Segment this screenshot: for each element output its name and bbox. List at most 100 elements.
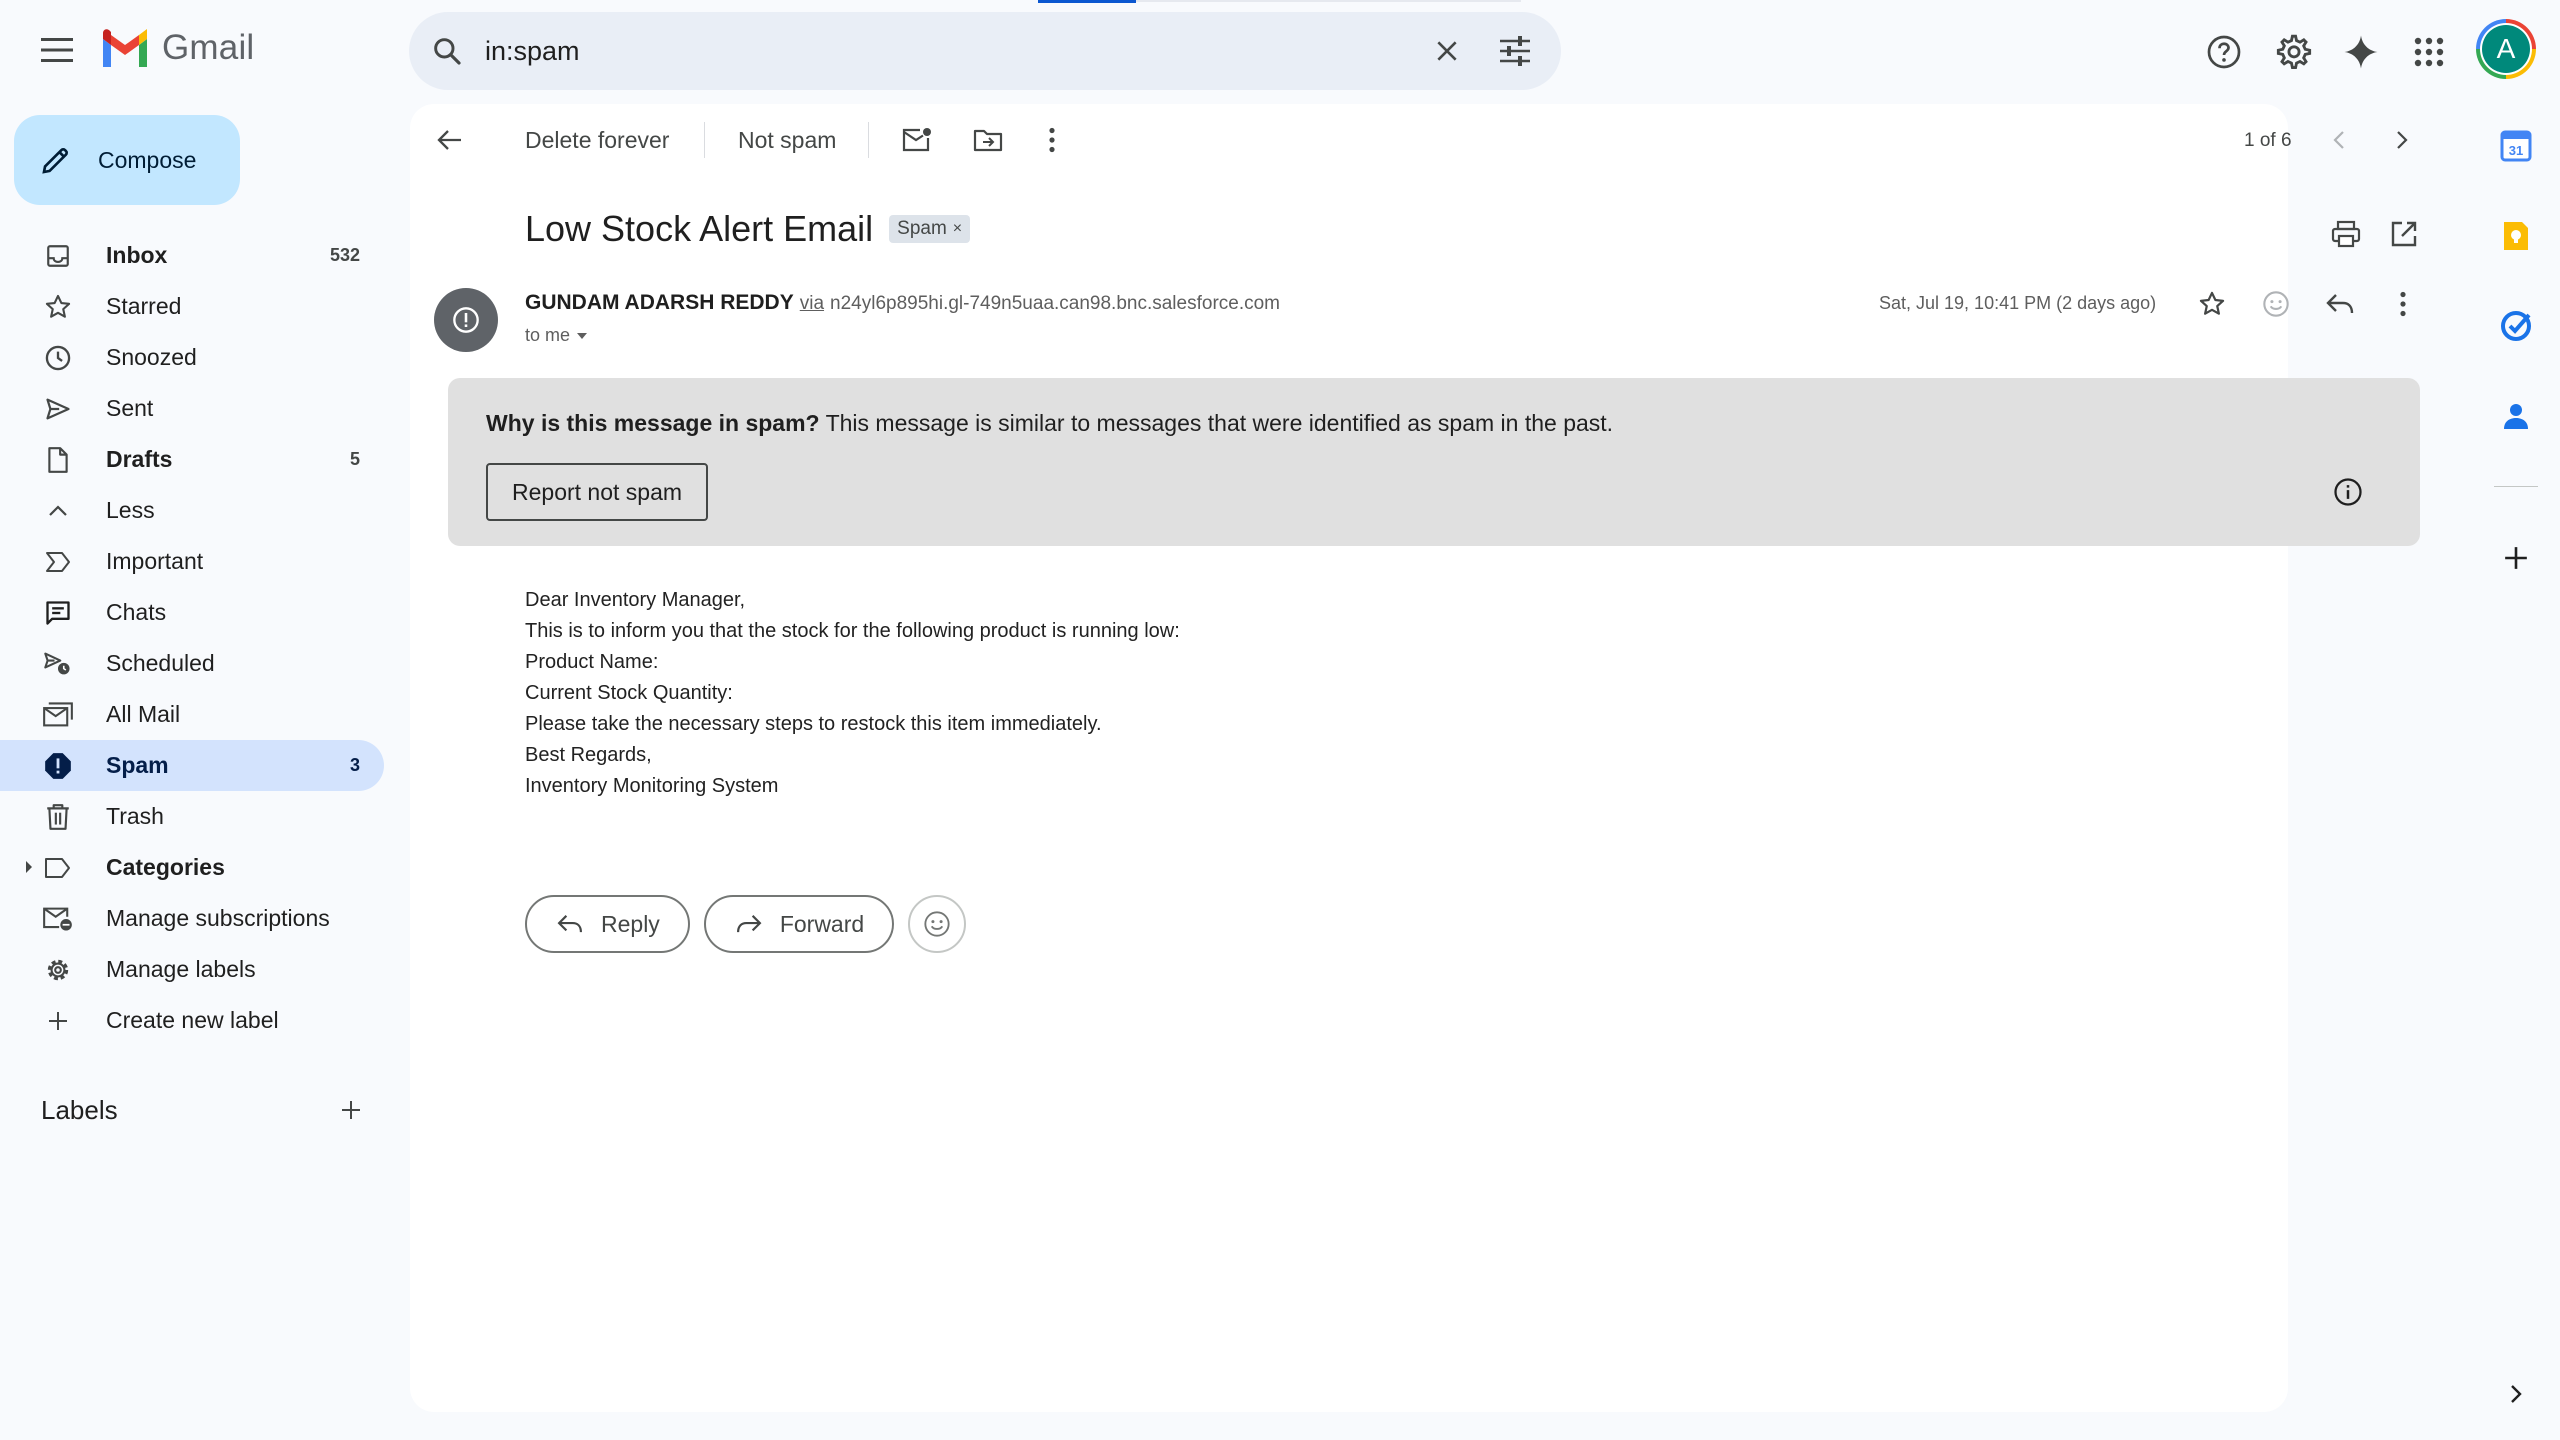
search-icon[interactable] xyxy=(409,12,485,90)
gmail-logo[interactable]: Gmail xyxy=(100,28,254,68)
app-name: Gmail xyxy=(162,28,255,67)
unread-count: 5 xyxy=(349,449,360,469)
sidebar-item-scheduled[interactable]: Scheduled xyxy=(0,638,384,689)
search-bar xyxy=(409,12,1561,90)
sidebar-item-all-mail[interactable]: All Mail xyxy=(0,689,384,740)
forward-label: Forward xyxy=(779,910,865,937)
unread-count: 532 xyxy=(329,245,360,265)
calendar-addon-button[interactable]: 31 xyxy=(2494,124,2538,168)
help-button[interactable] xyxy=(2200,28,2248,76)
more-vertical-icon xyxy=(2400,291,2406,317)
chevron-right-icon xyxy=(2511,1385,2522,1403)
gear-icon xyxy=(2276,34,2312,69)
clock-icon xyxy=(40,340,76,376)
spam-info-button[interactable] xyxy=(2328,472,2368,512)
back-to-list-button[interactable] xyxy=(428,118,472,162)
sidebar-item-label: Important xyxy=(106,548,204,574)
sender-line: GUNDAM ADARSH REDDY via n24yl6p895hi.gl-… xyxy=(525,291,1280,315)
recipients-toggle[interactable]: to me xyxy=(525,325,588,346)
expand-side-panel-button[interactable] xyxy=(2494,1372,2538,1416)
body-line: Inventory Monitoring System xyxy=(525,775,779,797)
contacts-addon-button[interactable] xyxy=(2494,394,2538,438)
main-menu-button[interactable] xyxy=(26,26,88,74)
clear-search-button[interactable] xyxy=(1415,19,1479,83)
sidebar-item-label: Create new label xyxy=(106,1007,279,1033)
reply-pill-button[interactable]: Reply xyxy=(525,895,690,953)
sidebar-item-inbox[interactable]: Inbox 532 xyxy=(0,230,384,281)
delete-forever-button[interactable]: Delete forever xyxy=(525,127,669,154)
forward-pill-button[interactable]: Forward xyxy=(703,895,895,953)
sender-name[interactable]: GUNDAM ADARSH REDDY xyxy=(525,291,794,315)
calendar-icon: 31 xyxy=(2500,130,2532,162)
search-input[interactable] xyxy=(485,35,1415,67)
report-not-spam-button[interactable]: Report not spam xyxy=(486,463,709,521)
sidebar-item-spam[interactable]: Spam 3 xyxy=(0,740,384,791)
apps-button[interactable] xyxy=(2405,28,2453,76)
sidebar-item-manage-labels[interactable]: Manage labels xyxy=(0,944,384,995)
open-new-window-button[interactable] xyxy=(2382,212,2426,256)
sidebar-item-label: Categories xyxy=(106,854,225,880)
help-icon xyxy=(2207,35,2241,69)
chip-label: Spam xyxy=(897,218,947,239)
subscriptions-icon xyxy=(40,901,76,937)
sidebar-item-label: Scheduled xyxy=(106,650,215,676)
sidebar-item-create-new-label[interactable]: Create new label xyxy=(0,995,384,1046)
sender-avatar[interactable] xyxy=(434,288,498,352)
reply-icon xyxy=(2326,294,2354,314)
get-addons-button[interactable] xyxy=(2494,536,2538,580)
recipient-text: to me xyxy=(525,325,571,345)
send-icon xyxy=(40,391,76,427)
trash-icon xyxy=(40,799,76,835)
unread-count: 3 xyxy=(349,755,360,775)
sidebar-item-manage-subscriptions[interactable]: Manage subscriptions xyxy=(0,893,384,944)
body-line: Best Regards, xyxy=(525,744,652,766)
spam-warning-explanation: This message is similar to messages that… xyxy=(825,410,1614,436)
info-icon xyxy=(2334,478,2362,506)
sidebar-item-starred[interactable]: Starred xyxy=(0,281,384,332)
gemini-button[interactable] xyxy=(2337,28,2385,76)
tune-icon xyxy=(1500,36,1530,66)
sidebar-item-snoozed[interactable]: Snoozed xyxy=(0,332,384,383)
reply-button[interactable] xyxy=(2318,282,2362,326)
plus-icon xyxy=(342,1101,360,1119)
mark-unread-button[interactable] xyxy=(895,118,939,162)
not-spam-button[interactable]: Not spam xyxy=(738,127,836,154)
print-all-button[interactable] xyxy=(2324,212,2368,256)
sidebar-item-categories[interactable]: Categories xyxy=(0,842,384,893)
sidebar-item-important[interactable]: Important xyxy=(0,536,384,587)
star-button[interactable] xyxy=(2190,282,2234,326)
remove-label-icon[interactable]: × xyxy=(953,220,962,238)
search-options-button[interactable] xyxy=(1479,19,1551,83)
warning-circle-icon xyxy=(453,307,479,333)
add-reaction-button[interactable] xyxy=(2254,282,2298,326)
older-button[interactable] xyxy=(2380,118,2424,162)
more-options-button[interactable] xyxy=(1030,118,1074,162)
message-more-button[interactable] xyxy=(2381,282,2425,326)
move-to-button[interactable] xyxy=(966,118,1010,162)
spam-label-chip: Spam × xyxy=(889,215,971,243)
keep-icon xyxy=(2504,222,2528,250)
side-panel-divider xyxy=(2494,486,2538,487)
sidebar-item-label: Trash xyxy=(106,803,164,829)
account-avatar[interactable]: A xyxy=(2476,19,2536,79)
react-button[interactable] xyxy=(908,895,967,953)
via-link[interactable]: via xyxy=(800,293,824,314)
inbox-icon xyxy=(40,238,76,274)
sidebar-item-drafts[interactable]: Drafts 5 xyxy=(0,434,384,485)
hamburger-icon xyxy=(41,38,73,62)
print-icon xyxy=(2331,220,2361,248)
avatar-initial: A xyxy=(2482,25,2530,73)
expand-arrow-icon[interactable] xyxy=(24,860,34,874)
sidebar-item-sent[interactable]: Sent xyxy=(0,383,384,434)
add-label-button[interactable] xyxy=(331,1090,371,1130)
sidebar-item-less[interactable]: Less xyxy=(0,485,384,536)
sidebar-item-chats[interactable]: Chats xyxy=(0,587,384,638)
tasks-addon-button[interactable] xyxy=(2494,304,2538,348)
settings-button[interactable] xyxy=(2270,28,2318,76)
compose-button[interactable]: Compose xyxy=(14,115,240,205)
keep-addon-button[interactable] xyxy=(2494,214,2538,258)
sidebar-item-label: Drafts xyxy=(106,446,173,472)
newer-button[interactable] xyxy=(2317,118,2361,162)
sidebar-item-trash[interactable]: Trash xyxy=(0,791,384,842)
chevron-up-icon xyxy=(40,493,76,529)
